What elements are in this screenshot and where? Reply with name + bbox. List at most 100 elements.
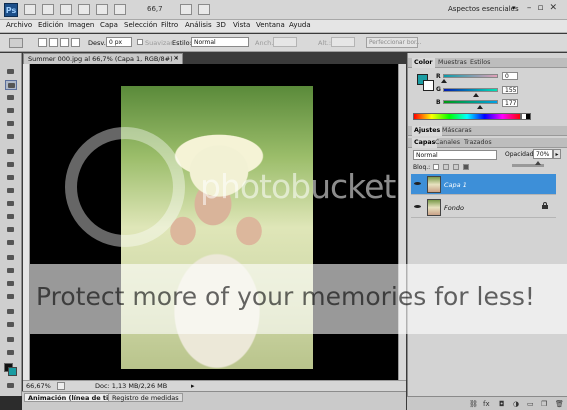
menu-imagen[interactable]: Imagen [68, 21, 94, 29]
blue-value-input[interactable]: 177 [502, 99, 518, 107]
tab-color[interactable]: Color [412, 58, 435, 68]
rotate-view-icon[interactable] [114, 4, 126, 15]
3d-rotate-icon[interactable] [5, 307, 17, 317]
window-controls[interactable]: –▫✕ [527, 3, 563, 13]
height-input[interactable] [331, 37, 355, 47]
lock-image-icon[interactable] [443, 164, 449, 170]
eye-icon[interactable] [414, 180, 421, 187]
antialias-checkbox[interactable] [137, 39, 143, 45]
menu-3d[interactable]: 3D [216, 21, 226, 29]
red-value-input[interactable]: 0 [502, 72, 518, 80]
trash-icon[interactable]: 🗑 [555, 400, 564, 408]
chevron-right-icon[interactable]: ▸ [553, 149, 561, 159]
feather-input[interactable]: 0 px [106, 37, 132, 47]
menu-filtro[interactable]: Filtro [161, 21, 178, 29]
type-tool-icon[interactable] [5, 266, 17, 276]
blue-slider[interactable] [443, 100, 498, 104]
blend-mode-select[interactable]: Normal [413, 150, 497, 160]
add-selection-icon[interactable] [49, 38, 58, 47]
minibridge-icon[interactable] [42, 4, 54, 15]
menu-archivo[interactable]: Archivo [6, 21, 32, 29]
blur-tool-icon[interactable] [5, 225, 17, 235]
zoom-tool-icon[interactable] [96, 4, 108, 15]
chevron-down-icon[interactable]: ▾ [512, 4, 516, 12]
refine-edge-button[interactable]: Perfeccionar bor... [366, 37, 421, 48]
pen-tool-icon[interactable] [5, 253, 17, 263]
rectangular-marquee-icon[interactable] [5, 80, 17, 90]
history-brush-icon[interactable] [5, 186, 17, 196]
green-value-input[interactable]: 155 [502, 86, 518, 94]
layer-name[interactable]: Fondo [444, 204, 464, 212]
zoom-status[interactable]: 66,67% [26, 382, 51, 390]
lock-transparency-icon[interactable] [433, 164, 439, 170]
layer-row[interactable]: Fondo [411, 197, 556, 218]
opacity-input[interactable]: 70% [533, 149, 553, 159]
eye-icon[interactable] [414, 203, 421, 210]
arrange-documents-icon[interactable] [180, 4, 192, 15]
tab-channels[interactable]: Canales [433, 138, 462, 148]
color-spectrum-bar[interactable] [413, 113, 521, 120]
tab-adjustments[interactable]: Ajustes [412, 126, 443, 136]
zoom-level[interactable]: 66,7 [147, 5, 163, 13]
eraser-tool-icon[interactable] [5, 199, 17, 209]
red-slider-handle[interactable] [441, 79, 447, 83]
hand-tool-icon[interactable] [78, 4, 90, 15]
tab-styles[interactable]: Estilos [468, 58, 492, 68]
gradient-tool-icon[interactable] [5, 212, 17, 222]
subtract-selection-icon[interactable] [60, 38, 69, 47]
document-tab[interactable]: Summer 000.jpg al 66,7% (Capa 1, RGB/8#)… [23, 53, 183, 64]
new-selection-icon[interactable] [38, 38, 47, 47]
shape-tool-icon[interactable] [5, 292, 17, 302]
healing-brush-icon[interactable] [5, 147, 17, 157]
green-slider-handle[interactable] [473, 93, 479, 97]
fill-slider-handle[interactable] [535, 161, 541, 165]
crop-tool-icon[interactable] [5, 119, 17, 129]
tab-swatches[interactable]: Muestras [436, 58, 469, 68]
style-select[interactable]: Normal [191, 37, 249, 47]
menu-ayuda[interactable]: Ayuda [289, 21, 311, 29]
layer-name[interactable]: Capa 1 [444, 181, 467, 189]
tab-paths[interactable]: Trazados [462, 138, 494, 148]
bridge-icon[interactable] [24, 4, 36, 15]
tab-measurement-log[interactable]: Registro de medidas [108, 393, 183, 402]
menu-vista[interactable]: Vista [233, 21, 250, 29]
lasso-tool-icon[interactable] [5, 93, 17, 103]
link-layers-icon[interactable]: ⛓ [469, 400, 478, 408]
menu-edicion[interactable]: Edición [38, 21, 63, 29]
brush-tool-icon[interactable] [5, 160, 17, 170]
workspace-switcher[interactable]: Aspectos esenciales [448, 5, 519, 13]
add-mask-icon[interactable]: ◘ [499, 400, 505, 408]
tab-masks[interactable]: Máscaras [440, 126, 474, 136]
width-input[interactable] [273, 37, 297, 47]
menu-analisis[interactable]: Análisis [185, 21, 212, 29]
blue-slider-handle[interactable] [477, 105, 483, 109]
3d-orbit-icon[interactable] [5, 320, 17, 330]
black-white-swatch[interactable] [521, 113, 531, 120]
new-layer-icon[interactable]: ❐ [541, 400, 547, 408]
view-extras-icon[interactable] [60, 4, 72, 15]
lock-position-icon[interactable] [453, 164, 459, 170]
quick-mask-icon[interactable] [5, 381, 17, 391]
red-slider[interactable] [443, 74, 498, 78]
background-color-swatch[interactable] [8, 367, 17, 376]
hand-tool-icon[interactable] [5, 335, 17, 345]
screen-mode-icon[interactable] [198, 4, 210, 15]
green-slider[interactable] [443, 88, 498, 92]
path-selection-icon[interactable] [5, 279, 17, 289]
marquee-tool-icon[interactable] [9, 38, 23, 48]
eyedropper-icon[interactable] [5, 132, 17, 142]
menu-ventana[interactable]: Ventana [256, 21, 285, 29]
zoom-tool-icon[interactable] [5, 348, 17, 358]
lock-all-icon[interactable] [463, 164, 469, 170]
close-icon[interactable]: × [173, 54, 179, 62]
chevron-right-icon[interactable]: ▸ [191, 382, 195, 390]
background-color-swatch[interactable] [423, 80, 434, 91]
quick-selection-icon[interactable] [5, 106, 17, 116]
intersect-selection-icon[interactable] [71, 38, 80, 47]
clone-stamp-icon[interactable] [5, 173, 17, 183]
menu-capa[interactable]: Capa [100, 21, 118, 29]
status-menu-icon[interactable] [57, 382, 65, 390]
dodge-tool-icon[interactable] [5, 238, 17, 248]
layer-row[interactable]: Capa 1 [411, 174, 556, 195]
adjustment-layer-icon[interactable]: ◑ [513, 400, 519, 408]
